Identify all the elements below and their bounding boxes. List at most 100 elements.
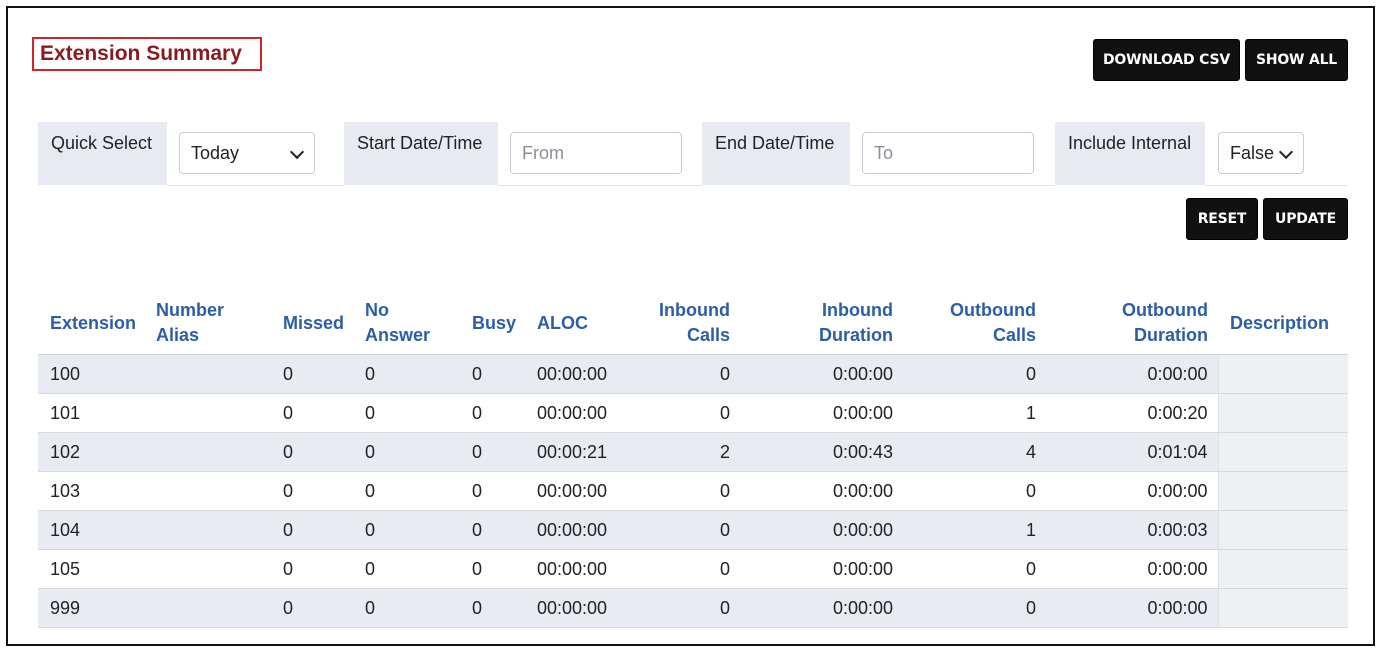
table-cell: 0 — [271, 393, 353, 433]
reset-button[interactable]: RESET — [1186, 198, 1258, 240]
table-cell: 100 — [38, 354, 144, 394]
table-cell — [144, 588, 271, 628]
table-cell: 101 — [38, 393, 144, 433]
table-cell: 0:00:00 — [1046, 588, 1218, 628]
table-cell: 0 — [353, 549, 460, 589]
table-cell — [144, 432, 271, 472]
table-cell: 0 — [271, 549, 353, 589]
table-row: 105 0 0 0 00:00:00 0 0:00:00 0 0:00:00 — [38, 549, 1348, 589]
table-cell: 0:00:00 — [1046, 549, 1218, 589]
filter-row: Quick Select Today Start Date/Time From … — [38, 122, 1348, 186]
table-cell: 00:00:00 — [525, 393, 632, 433]
table-row: 999 0 0 0 00:00:00 0 0:00:00 0 0:00:00 — [38, 588, 1348, 628]
table-cell: 0 — [632, 588, 740, 628]
column-header[interactable]: Inbound Calls — [632, 292, 740, 355]
table-cell: 105 — [38, 549, 144, 589]
table-cell: 0 — [632, 354, 740, 394]
table-cell: 0:00:20 — [1046, 393, 1218, 433]
quick-select-label: Quick Select — [38, 122, 167, 185]
table-cell: 0 — [632, 510, 740, 550]
table-cell: 00:00:00 — [525, 354, 632, 394]
column-header[interactable]: Extension — [38, 292, 144, 355]
table-cell — [1217, 471, 1348, 511]
table-cell: 0 — [460, 471, 525, 511]
table-cell: 0 — [632, 549, 740, 589]
table-cell: 0 — [271, 471, 353, 511]
quick-select-value: Today — [191, 142, 240, 163]
start-datetime-input[interactable]: From — [510, 132, 682, 174]
table-cell: 00:00:00 — [525, 510, 632, 550]
column-header[interactable]: Inbound Duration — [740, 292, 903, 355]
table-cell: 0:00:00 — [740, 393, 903, 433]
table-row: 100 0 0 0 00:00:00 0 0:00:00 0 0:00:00 — [38, 354, 1348, 394]
table-cell: 0 — [460, 393, 525, 433]
table-cell — [1217, 432, 1348, 472]
table-cell: 00:00:00 — [525, 471, 632, 511]
column-header[interactable]: Outbound Duration — [1046, 292, 1218, 355]
table-cell: 0 — [271, 510, 353, 550]
include-internal-dropdown[interactable]: False — [1218, 132, 1304, 174]
table-cell: 0 — [271, 432, 353, 472]
table-cell — [144, 510, 271, 550]
table-cell: 1 — [903, 393, 1046, 433]
table-cell: 0:00:03 — [1046, 510, 1218, 550]
table-cell: 0 — [903, 549, 1046, 589]
table-row: 102 0 0 0 00:00:21 2 0:00:43 4 0:01:04 — [38, 432, 1348, 472]
column-header[interactable]: ALOC — [525, 292, 632, 355]
table-cell: 00:00:21 — [525, 432, 632, 472]
table-cell: 00:00:00 — [525, 588, 632, 628]
table-cell — [144, 354, 271, 394]
table-row: 103 0 0 0 00:00:00 0 0:00:00 0 0:00:00 — [38, 471, 1348, 511]
include-internal-label: Include Internal — [1055, 122, 1205, 185]
table-cell: 2 — [632, 432, 740, 472]
end-datetime-input[interactable]: To — [862, 132, 1034, 174]
table-row: 101 0 0 0 00:00:00 0 0:00:00 1 0:00:20 — [38, 393, 1348, 433]
quick-select-dropdown[interactable]: Today — [179, 132, 315, 174]
table-cell: 0 — [353, 354, 460, 394]
table-cell: 0 — [460, 432, 525, 472]
table-cell: 0 — [460, 510, 525, 550]
table-cell: 0:00:00 — [740, 354, 903, 394]
table-cell — [1217, 588, 1348, 628]
start-datetime-label: Start Date/Time — [344, 122, 498, 185]
end-datetime-label: End Date/Time — [702, 122, 850, 185]
column-header[interactable]: Outbound Calls — [903, 292, 1046, 355]
update-button[interactable]: UPDATE — [1263, 198, 1348, 240]
column-header[interactable]: Number Alias — [144, 292, 271, 355]
table-cell: 4 — [903, 432, 1046, 472]
table-cell: 0:00:00 — [1046, 354, 1218, 394]
column-header[interactable]: Description — [1218, 292, 1348, 355]
table-cell: 0 — [353, 432, 460, 472]
table-cell: 0 — [460, 354, 525, 394]
show-all-button[interactable]: SHOW ALL — [1245, 39, 1348, 81]
table-cell: 0:00:00 — [740, 471, 903, 511]
table-cell: 0 — [271, 588, 353, 628]
table-cell — [1217, 393, 1348, 433]
table-cell: 0 — [460, 549, 525, 589]
chevron-down-icon — [289, 144, 305, 160]
column-header[interactable]: No Answer — [353, 292, 460, 355]
table-cell: 0 — [632, 393, 740, 433]
extension-summary-table: Extension Number Alias Missed No Answer … — [38, 292, 1348, 628]
divider — [850, 185, 1055, 186]
table-cell: 104 — [38, 510, 144, 550]
table-cell: 0 — [903, 354, 1046, 394]
table-cell — [1217, 354, 1348, 394]
table-cell: 0 — [353, 471, 460, 511]
chevron-down-icon — [1278, 144, 1294, 160]
table-cell: 0 — [632, 471, 740, 511]
table-cell — [1217, 510, 1348, 550]
table-cell: 102 — [38, 432, 144, 472]
divider — [498, 185, 702, 186]
table-cell — [144, 393, 271, 433]
table-cell: 0 — [353, 393, 460, 433]
table-cell — [144, 549, 271, 589]
table-cell — [144, 471, 271, 511]
table-cell: 0:00:00 — [740, 549, 903, 589]
table-cell: 0 — [353, 588, 460, 628]
page-title: Extension Summary — [32, 37, 262, 71]
column-header[interactable]: Busy — [460, 292, 525, 355]
column-header[interactable]: Missed — [271, 292, 353, 355]
download-csv-button[interactable]: DOWNLOAD CSV — [1093, 39, 1240, 81]
table-cell: 00:00:00 — [525, 549, 632, 589]
